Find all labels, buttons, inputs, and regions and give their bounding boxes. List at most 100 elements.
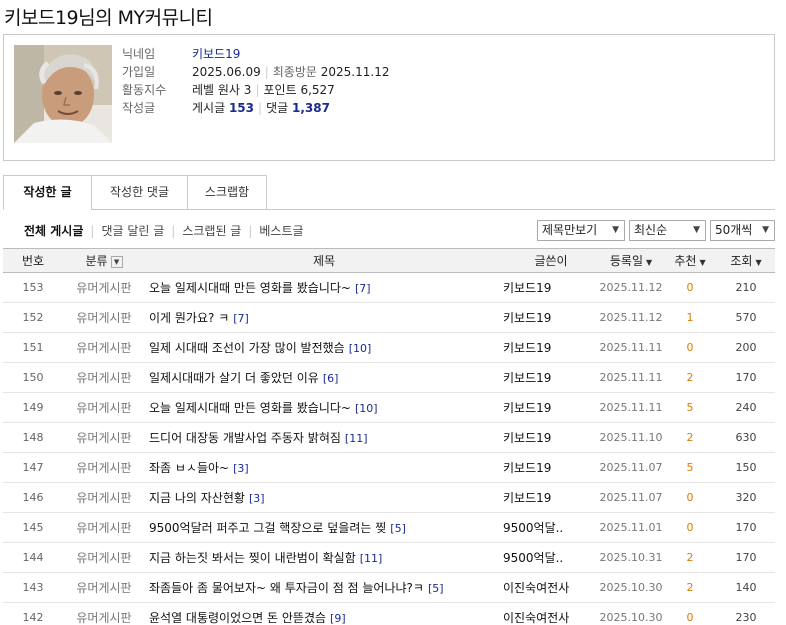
sort-select[interactable]: 최신순 ▼ (629, 220, 706, 241)
table-row[interactable]: 151 유머게시판 일제 시대때 조선이 가장 많이 발전했슴 [10] 키보드19 20… (3, 333, 775, 363)
post-author[interactable]: 키보드19 (503, 273, 599, 303)
post-title-cell: 드디어 대장동 개발사업 주동자 밝혀짐 [11] (145, 423, 503, 453)
post-author[interactable]: 9500억달.. (503, 543, 599, 573)
post-number: 152 (22, 311, 44, 324)
activity-label: 활동지수 (122, 83, 167, 97)
per-page-select[interactable]: 50개씩 ▼ (710, 220, 775, 241)
post-number: 147 (22, 461, 44, 474)
comment-count-badge[interactable]: [9] (330, 612, 346, 625)
post-category[interactable]: 유머게시판 (63, 363, 145, 393)
post-author[interactable]: 이진숙여전사 (503, 573, 599, 603)
post-category[interactable]: 유머게시판 (63, 573, 145, 603)
table-row[interactable]: 144 유머게시판 지금 하는짓 봐서는 찢이 내란범이 확실함 [11] 9500억달… (3, 543, 775, 573)
table-row[interactable]: 149 유머게시판 오늘 일제시대때 만든 영화를 봤습니다~ [10] 키보드19 20… (3, 393, 775, 423)
post-number: 153 (22, 281, 44, 294)
post-author[interactable]: 키보드19 (503, 423, 599, 453)
table-row[interactable]: 153 유머게시판 오늘 일제시대때 만든 영화를 봤습니다~ [7] 키보드19 202… (3, 273, 775, 303)
table-row[interactable]: 145 유머게시판 9500억달러 퍼주고 그걸 핵장으로 덮을려는 찢 [5] 950… (3, 513, 775, 543)
post-category[interactable]: 유머게시판 (63, 273, 145, 303)
sort-down-icon[interactable]: ▼ (646, 258, 652, 267)
comment-count-badge[interactable]: [7] (355, 282, 371, 295)
post-category[interactable]: 유머게시판 (63, 483, 145, 513)
post-category[interactable]: 유머게시판 (63, 513, 145, 543)
post-author[interactable]: 키보드19 (503, 303, 599, 333)
view-mode-select[interactable]: 제목만보기 ▼ (537, 220, 625, 241)
post-title-link[interactable]: 좌좀 ㅂㅅ들아~ (149, 461, 229, 475)
comment-count-badge[interactable]: [11] (360, 552, 383, 565)
points-label: 포인트 (263, 83, 297, 97)
comment-count-badge[interactable]: [3] (233, 462, 249, 475)
post-author[interactable]: 키보드19 (503, 333, 599, 363)
post-title-link[interactable]: 지금 나의 자산현황 (149, 491, 245, 505)
header-category[interactable]: 분류 ▼ (63, 249, 145, 273)
tab-scraps[interactable]: 스크랩함 (187, 175, 267, 210)
profile-avatar (14, 45, 112, 143)
post-date: 2025.11.07 (599, 491, 663, 504)
post-title-cell: 지금 나의 자산현황 [3] (145, 483, 503, 513)
post-title-link[interactable]: 9500억달러 퍼주고 그걸 핵장으로 덮을려는 찢 (149, 521, 386, 535)
post-author[interactable]: 키보드19 (503, 453, 599, 483)
table-row[interactable]: 147 유머게시판 좌좀 ㅂㅅ들아~ [3] 키보드19 2025.11.07 5 150 (3, 453, 775, 483)
last-visit-date: 2025.11.12 (320, 65, 390, 79)
post-date: 2025.11.10 (599, 431, 663, 444)
post-title-link[interactable]: 오늘 일제시대때 만든 영화를 봤습니다~ (149, 401, 351, 415)
post-category[interactable]: 유머게시판 (63, 453, 145, 483)
sort-down-icon[interactable]: ▼ (755, 258, 761, 267)
post-author[interactable]: 키보드19 (503, 393, 599, 423)
post-category[interactable]: 유머게시판 (63, 333, 145, 363)
dropdown-icon[interactable]: ▼ (110, 255, 123, 268)
header-likes[interactable]: 추천 ▼ (663, 249, 717, 273)
comment-count-badge[interactable]: [11] (345, 432, 368, 445)
filter-best-posts[interactable]: 베스트글 (259, 224, 303, 238)
post-title-link[interactable]: 일제시대때가 살기 더 좋았던 이유 (149, 371, 319, 385)
posts-label: 작성글 (122, 101, 156, 115)
post-title-link[interactable]: 일제 시대때 조선이 가장 많이 발전했슴 (149, 341, 345, 355)
post-title-cell: 일제시대때가 살기 더 좋았던 이유 [6] (145, 363, 503, 393)
comment-count-badge[interactable]: [5] (428, 582, 444, 595)
table-row[interactable]: 150 유머게시판 일제시대때가 살기 더 좋았던 이유 [6] 키보드19 2025.1… (3, 363, 775, 393)
post-title-link[interactable]: 지금 하는짓 봐서는 찢이 내란범이 확실함 (149, 551, 356, 565)
post-category[interactable]: 유머게시판 (63, 603, 145, 625)
post-category[interactable]: 유머게시판 (63, 303, 145, 333)
post-author[interactable]: 키보드19 (503, 483, 599, 513)
sort-down-icon[interactable]: ▼ (699, 258, 705, 267)
table-row[interactable]: 142 유머게시판 윤석열 대통령이었으면 돈 안뜯겼슴 [9] 이진숙여전사 2025.… (3, 603, 775, 625)
comment-count-badge[interactable]: [6] (323, 372, 339, 385)
post-title-link[interactable]: 좌좀들아 좀 물어보자~ 왜 투자금이 점 점 늘어나냐?ㅋ (149, 581, 424, 595)
table-row[interactable]: 152 유머게시판 이게 뭔가요? ㅋ [7] 키보드19 2025.11.12 1 570 (3, 303, 775, 333)
post-date: 2025.10.30 (599, 611, 663, 624)
post-category[interactable]: 유머게시판 (63, 423, 145, 453)
filter-all-posts[interactable]: 전체 게시글 (24, 224, 83, 238)
comment-count-badge[interactable]: [10] (349, 342, 372, 355)
post-count[interactable]: 153 (229, 101, 254, 115)
post-author[interactable]: 키보드19 (503, 363, 599, 393)
table-row[interactable]: 146 유머게시판 지금 나의 자산현황 [3] 키보드19 2025.11.07 0 320 (3, 483, 775, 513)
post-likes: 5 (686, 401, 694, 414)
post-author[interactable]: 이진숙여전사 (503, 603, 599, 625)
post-views: 170 (735, 371, 757, 384)
comment-count-badge[interactable]: [3] (249, 492, 265, 505)
header-date[interactable]: 등록일 ▼ (599, 249, 663, 273)
filter-commented-posts[interactable]: 댓글 달린 글 (101, 224, 164, 238)
tab-written-comments[interactable]: 작성한 댓글 (91, 175, 188, 210)
post-title-link[interactable]: 오늘 일제시대때 만든 영화를 봤습니다~ (149, 281, 351, 295)
post-title-link[interactable]: 이게 뭔가요? ㅋ (149, 311, 229, 325)
filter-scrapped-posts[interactable]: 스크랩된 글 (182, 224, 241, 238)
comment-count-badge[interactable]: [5] (390, 522, 406, 535)
post-filter-bar: 전체 게시글 | 댓글 달린 글 | 스크랩된 글 | 베스트글 (24, 224, 304, 238)
nickname-value[interactable]: 키보드19 (192, 47, 240, 61)
post-title-link[interactable]: 드디어 대장동 개발사업 주동자 밝혀짐 (149, 431, 341, 445)
post-title-cell: 오늘 일제시대때 만든 영화를 봤습니다~ [10] (145, 393, 503, 423)
header-views[interactable]: 조회 ▼ (717, 249, 775, 273)
comment-count-badge[interactable]: [10] (355, 402, 378, 415)
post-category[interactable]: 유머게시판 (63, 393, 145, 423)
comment-count-badge[interactable]: [7] (233, 312, 249, 325)
header-author: 글쓴이 (534, 254, 568, 268)
tab-written-posts[interactable]: 작성한 글 (3, 175, 92, 210)
post-author[interactable]: 9500억달.. (503, 513, 599, 543)
comment-count[interactable]: 1,387 (292, 101, 330, 115)
post-title-link[interactable]: 윤석열 대통령이었으면 돈 안뜯겼슴 (149, 611, 326, 625)
post-category[interactable]: 유머게시판 (63, 543, 145, 573)
table-row[interactable]: 143 유머게시판 좌좀들아 좀 물어보자~ 왜 투자금이 점 점 늘어나냐?ㅋ [5… (3, 573, 775, 603)
table-row[interactable]: 148 유머게시판 드디어 대장동 개발사업 주동자 밝혀짐 [11] 키보드19 202… (3, 423, 775, 453)
